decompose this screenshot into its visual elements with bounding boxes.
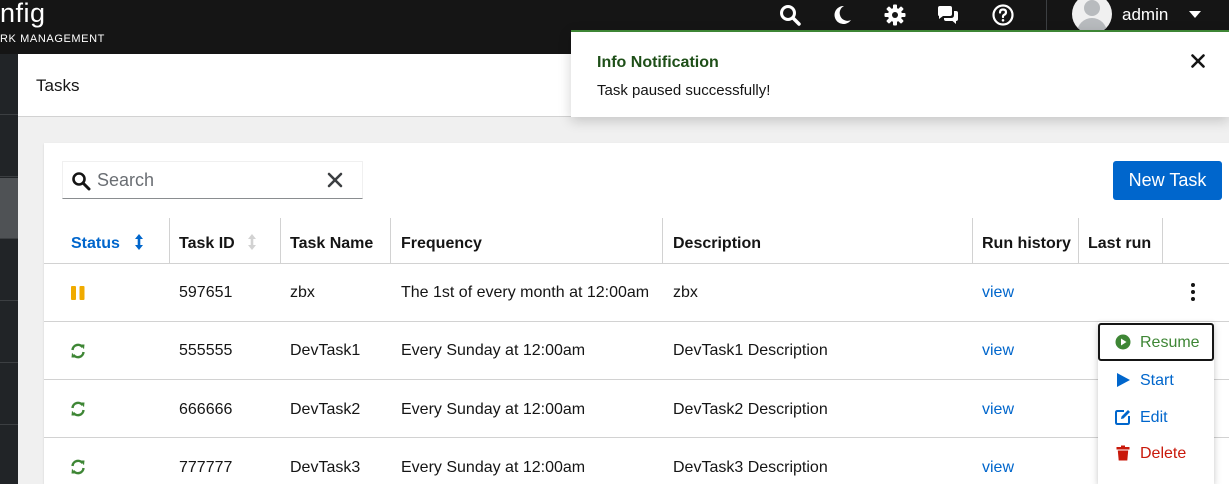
clear-search-icon[interactable] — [327, 172, 343, 188]
column-header-frequency: Frequency — [401, 235, 482, 252]
cell-description: DevTask1 Description — [673, 342, 828, 359]
row-divider — [44, 437, 1229, 438]
column-header-status[interactable]: Status — [71, 218, 120, 264]
brand-tagline: RK MANAGEMENT — [0, 33, 105, 45]
menu-item-label: Resume — [1140, 334, 1200, 351]
cell-task-id: 666666 — [179, 401, 233, 418]
run-history-link[interactable]: view — [982, 342, 1014, 360]
menu-item-label: Delete — [1140, 445, 1187, 462]
cell-task-id: 777777 — [179, 459, 233, 476]
column-divider — [1078, 218, 1079, 264]
notification-message: Task paused successfully! — [597, 82, 771, 99]
column-header-task-id[interactable]: Task ID — [179, 218, 235, 264]
moon-icon[interactable] — [830, 3, 854, 27]
edit-icon — [1115, 410, 1130, 425]
column-header-description: Description — [673, 235, 762, 252]
column-divider — [662, 218, 663, 264]
cell-task-name: DevTask1 — [290, 342, 361, 359]
gear-icon[interactable] — [883, 3, 907, 27]
column-divider — [972, 218, 973, 264]
avatar[interactable] — [1072, 0, 1112, 34]
cell-task-id: 555555 — [179, 342, 233, 359]
cell-frequency: Every Sunday at 12:00am — [401, 401, 586, 418]
row-actions-menu: Resume Start Edit Delete — [1098, 322, 1214, 484]
help-icon[interactable] — [991, 3, 1015, 27]
sidebar-item[interactable] — [0, 116, 18, 177]
search-icon[interactable] — [778, 3, 802, 27]
column-divider — [169, 218, 170, 264]
sync-icon — [71, 459, 85, 475]
cell-description: DevTask3 Description — [673, 459, 828, 476]
row-divider — [44, 379, 1229, 380]
cell-frequency: Every Sunday at 12:00am — [401, 342, 586, 359]
cell-description: zbx — [673, 284, 698, 301]
sync-icon — [71, 343, 85, 359]
brand-name: nfig — [0, 0, 46, 28]
menu-item-delete[interactable]: Delete — [1098, 435, 1214, 471]
run-history-link[interactable]: view — [982, 459, 1014, 477]
pause-icon — [71, 286, 85, 300]
run-history-link[interactable]: view — [982, 284, 1014, 302]
sidebar-item-active[interactable] — [0, 178, 18, 239]
sidebar-item[interactable] — [0, 426, 18, 484]
menu-item-label: Start — [1140, 372, 1174, 389]
cell-task-name: zbx — [290, 284, 315, 301]
menu-item-label: Edit — [1140, 409, 1168, 426]
menu-item-resume[interactable]: Resume — [1098, 323, 1214, 361]
search-icon — [72, 172, 91, 191]
new-task-button[interactable]: New Task — [1113, 161, 1222, 200]
run-history-link[interactable]: view — [982, 401, 1014, 419]
close-icon[interactable] — [1191, 54, 1205, 68]
play-circle-icon — [1115, 334, 1131, 350]
cell-description: DevTask2 Description — [673, 401, 828, 418]
user-menu-name[interactable]: admin — [1122, 5, 1168, 25]
kebab-icon[interactable] — [1188, 283, 1198, 301]
trash-icon — [1116, 445, 1130, 461]
cell-task-name: DevTask2 — [290, 401, 361, 418]
sort-icon[interactable] — [246, 233, 258, 251]
sidebar-item[interactable] — [0, 54, 18, 115]
caret-down-icon[interactable] — [1189, 11, 1201, 18]
column-header-task-name: Task Name — [290, 235, 374, 252]
search-box — [62, 161, 363, 199]
cell-frequency: The 1st of every month at 12:00am — [401, 284, 650, 301]
page-title: Tasks — [36, 76, 80, 95]
menu-item-edit[interactable]: Edit — [1098, 399, 1214, 435]
notification-title: Info Notification — [597, 54, 719, 71]
comments-icon[interactable] — [936, 3, 960, 27]
sidebar — [0, 54, 18, 484]
search-input[interactable] — [97, 169, 317, 191]
cell-task-id: 597651 — [179, 284, 233, 301]
masthead-divider — [1046, 0, 1047, 30]
column-divider — [280, 218, 281, 264]
info-notification: Info Notification Task paused successful… — [571, 30, 1229, 117]
cell-frequency: Every Sunday at 12:00am — [401, 459, 586, 476]
sidebar-item[interactable] — [0, 240, 18, 301]
row-divider — [44, 263, 1229, 264]
row-divider — [44, 321, 1229, 322]
column-header-last-run: Last run — [1088, 235, 1152, 252]
menu-item-start[interactable]: Start — [1098, 362, 1214, 398]
play-icon — [1117, 373, 1130, 387]
sort-active-icon[interactable] — [133, 233, 145, 251]
column-divider — [1162, 218, 1163, 264]
column-header-run-history: Run history — [982, 235, 1071, 252]
column-divider — [390, 218, 391, 264]
sync-icon — [71, 401, 85, 417]
sidebar-item[interactable] — [0, 302, 18, 363]
sidebar-item[interactable] — [0, 364, 18, 425]
cell-task-name: DevTask3 — [290, 459, 361, 476]
